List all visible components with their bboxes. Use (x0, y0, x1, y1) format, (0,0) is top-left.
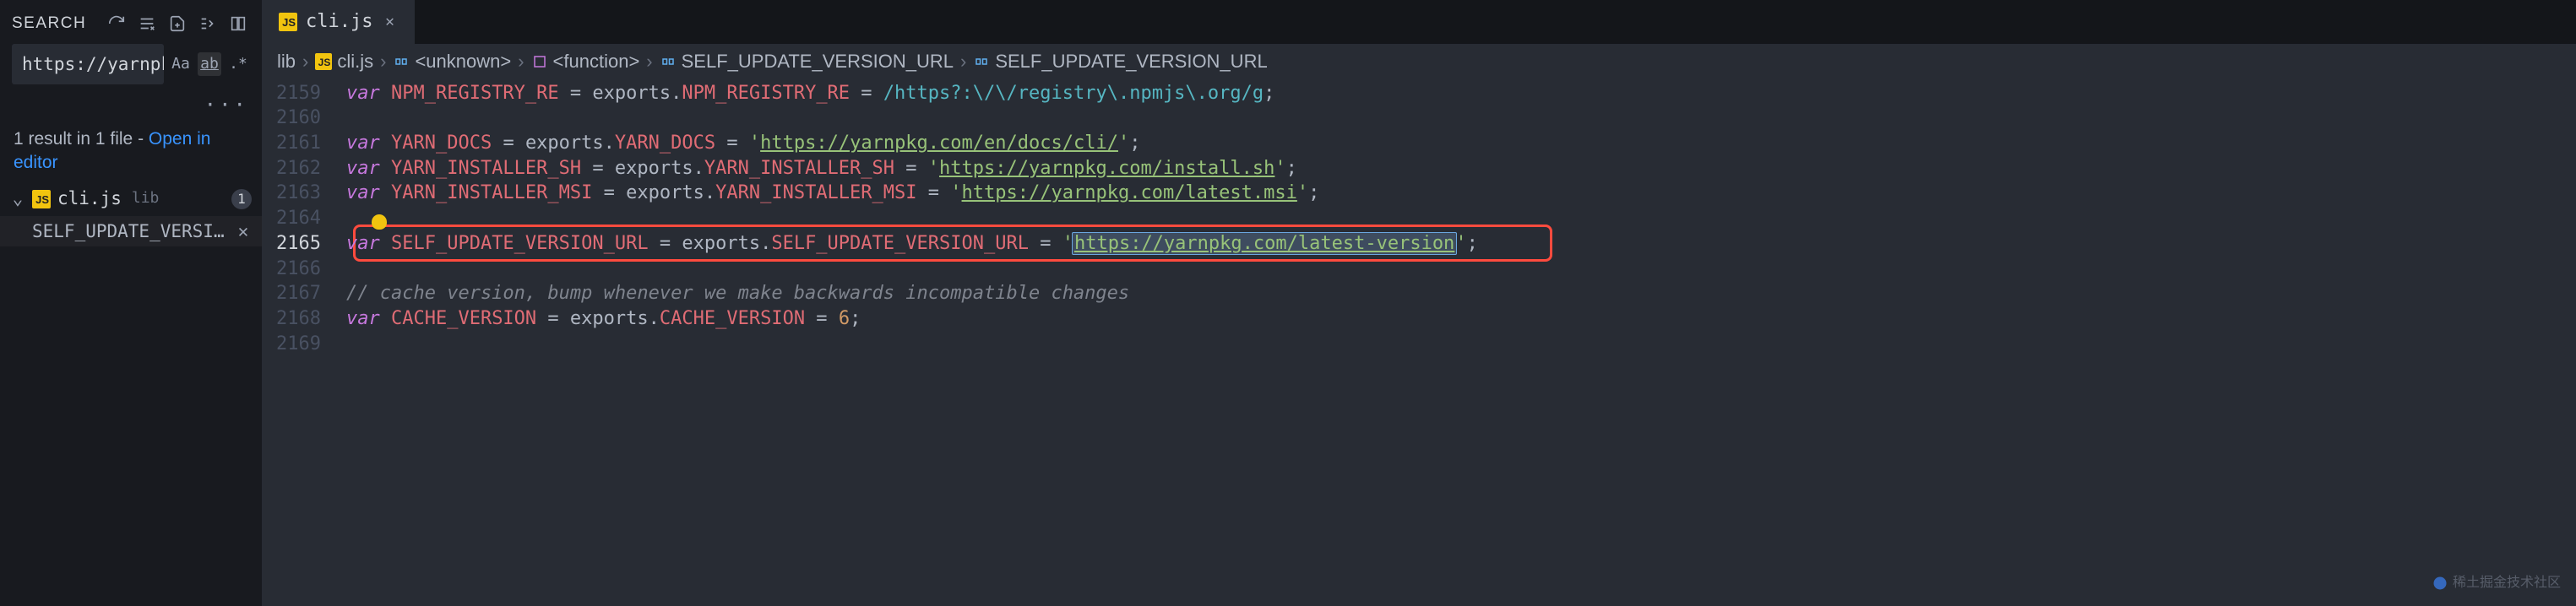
close-tab-icon[interactable]: ✕ (381, 12, 398, 32)
lightbulb-icon[interactable] (372, 214, 387, 230)
chevron-right-icon: › (959, 49, 968, 74)
tab-strip: JS cli.js ✕ (262, 0, 2576, 44)
breadcrumb-symbol[interactable]: <unknown> (393, 49, 511, 74)
search-sidebar: SEARCH https://yarnpkg.com/latest-versio… (0, 0, 262, 606)
view-mode-icon[interactable] (226, 12, 250, 35)
result-file-name: cli.js (57, 187, 122, 210)
match-case-toggle[interactable]: Aa (169, 52, 193, 76)
chevron-right-icon: › (516, 49, 525, 74)
result-preview: SELF_UPDATE_VERSI... (32, 219, 228, 243)
chevron-right-icon: › (644, 49, 654, 74)
toggle-details-icon[interactable]: ··· (0, 84, 262, 118)
refresh-icon[interactable] (105, 12, 128, 35)
tab-title: cli.js (306, 9, 372, 35)
search-input[interactable]: https://yarnpkg.com/latest-version (12, 44, 164, 84)
result-file-row[interactable]: ⌄ JS cli.js lib 1 (0, 181, 262, 215)
symbol-icon (393, 53, 410, 70)
search-input-row: https://yarnpkg.com/latest-version Aa ab… (0, 44, 262, 84)
code-content[interactable]: var NPM_REGISTRY_RE = exports.NPM_REGIST… (346, 79, 2576, 606)
chevron-right-icon: › (301, 49, 310, 74)
line-gutter: 2159 2160 2161 2162 2163 2164 2165 2166 … (262, 79, 346, 606)
chevron-right-icon: › (378, 49, 388, 74)
result-count-badge: 1 (231, 189, 252, 209)
symbol-icon (973, 53, 990, 70)
breadcrumb-bar[interactable]: lib › JS cli.js › <unknown> › <function>… (262, 44, 2576, 79)
search-header: SEARCH (0, 7, 262, 44)
sidebar-title: SEARCH (12, 13, 98, 35)
match-word-toggle[interactable]: ab (198, 52, 221, 76)
editor-tab[interactable]: JS cli.js ✕ (262, 0, 415, 44)
js-file-icon: JS (315, 53, 332, 70)
editor-pane: JS cli.js ✕ lib › JS cli.js › <unknown> … (262, 0, 2576, 606)
function-icon (531, 53, 548, 70)
breadcrumb-symbol[interactable]: SELF_UPDATE_VERSION_URL (660, 49, 954, 74)
logo-icon (2432, 576, 2448, 591)
clear-results-icon[interactable] (135, 12, 159, 35)
result-file-path: lib (132, 188, 225, 208)
js-file-icon: JS (279, 13, 297, 31)
breadcrumb-symbol[interactable]: <function> (531, 49, 640, 74)
new-file-icon[interactable] (166, 12, 189, 35)
breadcrumb-file[interactable]: JS cli.js (315, 49, 373, 74)
summary-text: 1 result in 1 file - (14, 129, 149, 149)
regex-toggle[interactable]: .* (226, 52, 250, 76)
breadcrumb-folder[interactable]: lib (277, 49, 296, 74)
watermark: 稀土掘金技术社区 (2432, 574, 2561, 592)
search-match-highlight: https://yarnpkg.com/latest-version (1072, 232, 1457, 255)
js-file-icon: JS (32, 190, 51, 208)
chevron-down-icon: ⌄ (10, 187, 25, 210)
collapse-icon[interactable] (196, 12, 220, 35)
search-result-row[interactable]: SELF_UPDATE_VERSI... ✕ (0, 216, 262, 246)
results-summary: 1 result in 1 file - Open in editor (0, 119, 262, 182)
code-area[interactable]: 2159 2160 2161 2162 2163 2164 2165 2166 … (262, 79, 2576, 606)
breadcrumb-symbol[interactable]: SELF_UPDATE_VERSION_URL (973, 49, 1267, 74)
symbol-icon (660, 53, 677, 70)
dismiss-result-icon[interactable]: ✕ (235, 219, 252, 243)
